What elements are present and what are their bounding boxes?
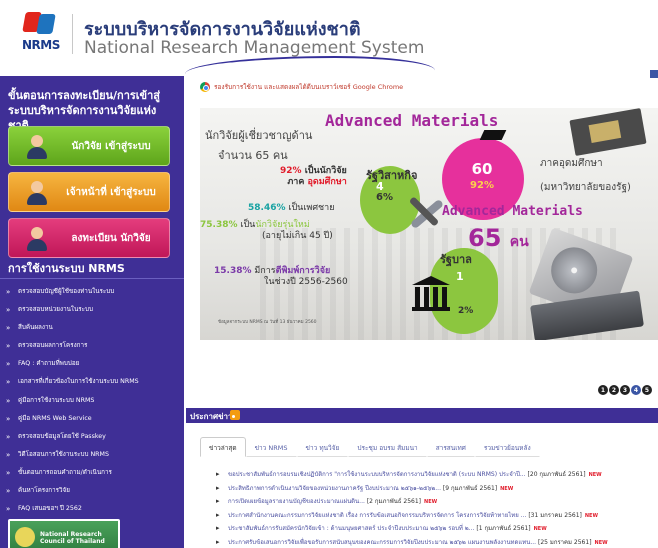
- tab-latest[interactable]: ข่าวล่าสุด: [200, 437, 246, 457]
- news-item[interactable]: ประกาศรับข้อเสนอการวิจัยเพื่อขอรับการสนั…: [216, 536, 658, 548]
- header-swoosh: [185, 56, 435, 74]
- stat-male: 58.46% เป็นเพศชาย: [248, 203, 335, 213]
- tab-meetings[interactable]: ประชุม อบรม สัมมนา: [348, 437, 427, 457]
- tab-archive[interactable]: รวมข่าวย้อนหลัง: [474, 437, 540, 457]
- usage-link[interactable]: คู่มือการใช้งานระบบ NRMS: [6, 392, 182, 410]
- government-percent: 2%: [458, 306, 474, 316]
- nrms-logo[interactable]: NRMS: [20, 10, 64, 60]
- news-item[interactable]: การเปิดเผยข้อมูลรายงานบัญชีของประมาณแผ่น…: [216, 495, 658, 509]
- cpu-chip-image: [569, 108, 647, 156]
- pager-dot[interactable]: 2: [609, 385, 619, 395]
- stat-new-researchers: 75.38% เป็นนักวิจัยรุ่นใหม่ (อายุไม่เกิน…: [200, 220, 333, 241]
- usage-link[interactable]: FAQ เสนอขอฯ ปี 2562: [6, 500, 182, 518]
- nrct-logo-banner[interactable]: National Research Council of Thailand: [8, 519, 120, 548]
- government-building-icon: [412, 276, 450, 312]
- pager-dot[interactable]: 3: [620, 385, 630, 395]
- slider-pager: 1 2 3 4 5: [598, 385, 652, 395]
- researcher-login-label: นักวิจัย เข้าสู่ระบบ: [71, 140, 151, 152]
- browser-note-text: รองรับการใช้งาน และแสดงผลได้ดีบนเบราว์เซ…: [214, 83, 404, 91]
- news-header: ประกาศข่าว: [186, 408, 658, 423]
- sidebar: ขั้นตอนการลงทะเบียน/การเข้าสู่ระบบบริหาร…: [0, 76, 184, 548]
- usage-link[interactable]: คู่มือ NRMS Web Service: [6, 410, 182, 428]
- usage-link[interactable]: ขั้นตอนการถอนคำถาม/ดำเนินการ: [6, 464, 182, 482]
- banner-title: Advanced Materials: [325, 111, 499, 130]
- graduation-cap-icon: [479, 130, 507, 140]
- usage-section-title: การใช้งานระบบ NRMS: [0, 259, 184, 279]
- tab-info[interactable]: สารสนเทศ: [426, 437, 475, 457]
- infographic-banner[interactable]: Advanced Materials นักวิจัยผู้เชี่ยวชาญด…: [200, 108, 658, 340]
- banner-footnote: ข้อมูลจากระบบ NRMS ณ วันที่ 13 ธันวาคม 2…: [218, 320, 317, 325]
- news-title: ประกาศข่าว: [190, 412, 233, 421]
- banner-line1: นักวิจัยผู้เชี่ยวชาญด้าน: [205, 129, 313, 142]
- researcher-register-button[interactable]: ลงทะเบียน นักวิจัย: [8, 218, 170, 258]
- higher-education-count: 60: [471, 160, 493, 178]
- pager-dot[interactable]: 5: [642, 385, 652, 395]
- news-list: ขอประชาสัมพันธ์การอบรมเชิงปฏิบัติการ "กา…: [216, 468, 658, 548]
- usage-link[interactable]: ตรวจสอบหน่วยงานในระบบ: [6, 301, 182, 319]
- stat-higher-education: 92% เป็นนักวิจัย ภาค อุดมศึกษา: [280, 166, 347, 187]
- researcher-avatar-icon: [23, 132, 51, 160]
- rss-icon[interactable]: [230, 410, 240, 420]
- government-label: รัฐบาล: [440, 253, 472, 266]
- site-header: NRMS ระบบบริหารจัดการงานวิจัยแห่งชาติ Na…: [0, 0, 658, 80]
- banner-line2: จำนวน 65 คน: [218, 149, 288, 162]
- tab-funding[interactable]: ข่าว ทุนวิจัย: [296, 437, 349, 457]
- news-item[interactable]: ประชาสัมพันธ์การรับสมัครนักวิจัยเข้า : ด…: [216, 522, 658, 536]
- banner-subtitle: Advanced Materials: [442, 204, 583, 219]
- usage-link[interactable]: ตรวจสอบผลการโครงการ: [6, 337, 182, 355]
- page: NRMS ระบบบริหารจัดการงานวิจัยแห่งชาติ Na…: [0, 0, 658, 548]
- pager-dot-active[interactable]: 4: [631, 385, 641, 395]
- usage-link[interactable]: FAQ : คำถามที่พบบ่อย: [6, 355, 182, 373]
- government-count: 1: [456, 270, 464, 283]
- public-university-label: (มหาวิทยาลัยของรัฐ): [540, 182, 631, 193]
- tools-icon: [400, 192, 448, 236]
- header-divider: [72, 14, 73, 54]
- news-item[interactable]: ประสิทธิภาพการดำเนินงานวิจัยของหน่วยงานภ…: [216, 482, 658, 496]
- researcher-register-label: ลงทะเบียน นักวิจัย: [71, 232, 151, 244]
- tab-nrms[interactable]: ข่าว NRMS: [245, 437, 297, 457]
- staff-login-button[interactable]: เจ้าหน้าที่ เข้าสู่ระบบ: [8, 172, 170, 212]
- usage-links: ตรวจสอบบัญชีผู้ใช้ของท่านในระบบ ตรวจสอบห…: [6, 283, 182, 518]
- stat-publications: 15.38% มีการตีพิมพ์การวิจัย ในช่วงปี 255…: [214, 266, 348, 287]
- chrome-icon: [200, 82, 210, 92]
- usage-link[interactable]: ตรวจสอบบัญชีผู้ใช้ของท่านในระบบ: [6, 283, 182, 301]
- news-item[interactable]: ขอประชาสัมพันธ์การอบรมเชิงปฏิบัติการ "กา…: [216, 468, 658, 482]
- site-title-english: National Research Management System: [84, 38, 425, 58]
- state-enterprise-label: รัฐวิสาหกิจ: [366, 169, 418, 182]
- corner-marker: [650, 70, 658, 78]
- nrct-logo-text: National Research Council of Thailand: [10, 521, 118, 548]
- news-tabs: ข่าวล่าสุด ข่าว NRMS ข่าว ทุนวิจัย ประชุ…: [200, 437, 540, 457]
- logo-text: NRMS: [22, 38, 60, 52]
- usage-link[interactable]: วิดีโอสอนการใช้งานระบบ NRMS: [6, 446, 182, 464]
- higher-education-percent: 92%: [470, 180, 494, 191]
- news-item[interactable]: ประกาศสำนักงานคณะกรรมการวิจัยแห่งชาติ เร…: [216, 509, 658, 523]
- staff-login-label: เจ้าหน้าที่ เข้าสู่ระบบ: [66, 186, 156, 198]
- usage-link[interactable]: ค้นหาโครงการวิจัย: [6, 482, 182, 500]
- staff-avatar-icon: [23, 178, 51, 206]
- total-researchers: 65 คน: [468, 224, 529, 252]
- usage-link[interactable]: ตรวจสอบข้อมูลโดยใช้ Passkey: [6, 428, 182, 446]
- state-enterprise-percent: 6%: [376, 192, 393, 203]
- usage-link[interactable]: สืบค้นผลงาน: [6, 319, 182, 337]
- higher-education-label: ภาคอุดมศึกษา: [540, 158, 603, 169]
- browser-note: รองรับการใช้งาน และแสดงผลได้ดีบนเบราว์เซ…: [200, 82, 403, 92]
- usage-link[interactable]: เอกสารที่เกี่ยวข้องในการใช้งานระบบ NRMS: [6, 373, 182, 391]
- register-avatar-icon: [23, 224, 51, 252]
- researcher-login-button[interactable]: นักวิจัย เข้าสู่ระบบ: [8, 126, 170, 166]
- pager-dot[interactable]: 1: [598, 385, 608, 395]
